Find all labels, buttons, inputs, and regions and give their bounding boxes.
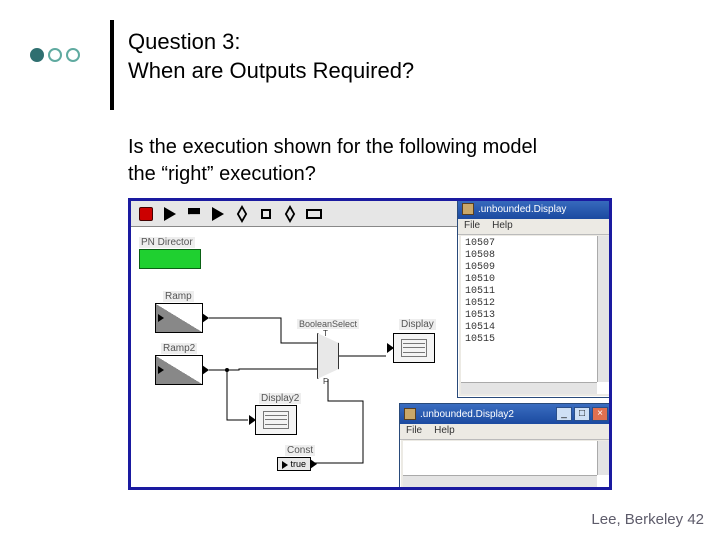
dot-icon bbox=[48, 48, 62, 62]
display2-actor[interactable] bbox=[255, 405, 297, 435]
mux-f-label: F bbox=[323, 377, 328, 386]
pn-director[interactable] bbox=[139, 249, 201, 269]
title-line2: When are Outputs Required? bbox=[128, 57, 414, 86]
step-outline-button[interactable] bbox=[233, 205, 251, 223]
window-buttons: _ □ × bbox=[556, 407, 608, 421]
output-row: 10515 bbox=[465, 334, 605, 346]
ramp2-actor[interactable] bbox=[155, 355, 203, 385]
app-icon bbox=[404, 408, 416, 420]
output-port-icon bbox=[202, 365, 209, 375]
app-icon bbox=[462, 203, 474, 215]
minimize-button[interactable]: _ bbox=[556, 407, 572, 421]
ramp-actor[interactable] bbox=[155, 303, 203, 333]
display-actor[interactable] bbox=[393, 333, 435, 363]
ramp-label: Ramp bbox=[163, 291, 194, 302]
stop-button[interactable] bbox=[137, 205, 155, 223]
flag-outline-icon bbox=[261, 209, 271, 219]
display2-window[interactable]: .unbounded.Display2 _ □ × File Help bbox=[399, 403, 612, 490]
output-row: 10513 bbox=[465, 310, 605, 322]
slide-footer: Lee, Berkeley 42 bbox=[591, 511, 704, 528]
horizontal-scrollbar[interactable] bbox=[461, 382, 597, 394]
input-port-icon bbox=[249, 415, 256, 425]
display-titlebar[interactable]: .unbounded.Display bbox=[458, 199, 612, 219]
booleanselect-actor[interactable] bbox=[317, 333, 339, 379]
mux-t-label: T bbox=[323, 329, 328, 338]
footer-text: Lee, Berkeley bbox=[591, 511, 687, 528]
menu-file[interactable]: File bbox=[464, 220, 480, 233]
body-line1: Is the execution shown for the following… bbox=[128, 134, 537, 161]
step-out-icon bbox=[285, 205, 295, 223]
display-icon bbox=[263, 411, 289, 429]
const-actor[interactable]: true bbox=[277, 457, 311, 471]
output-row: 10510 bbox=[465, 274, 605, 286]
output-row: 10509 bbox=[465, 262, 605, 274]
body-line2: the “right” execution? bbox=[128, 161, 537, 188]
display-content: 10507 10508 10509 10510 10511 10512 1051… bbox=[461, 236, 609, 394]
output-row: 10514 bbox=[465, 322, 605, 334]
step-button[interactable] bbox=[209, 205, 227, 223]
display2-label: Display2 bbox=[259, 393, 301, 404]
output-port-icon bbox=[202, 313, 209, 323]
footer-page: 42 bbox=[687, 511, 704, 528]
display2-window-title: .unbounded.Display2 bbox=[420, 409, 514, 420]
stop-icon bbox=[139, 207, 153, 221]
close-button[interactable]: × bbox=[592, 407, 608, 421]
port-icon bbox=[282, 461, 288, 469]
const-label: Const bbox=[285, 445, 315, 456]
slide-title: Question 3: When are Outputs Required? bbox=[128, 28, 414, 85]
port-icon bbox=[158, 366, 164, 374]
menu-help[interactable]: Help bbox=[492, 220, 513, 233]
vertical-scrollbar[interactable] bbox=[597, 236, 609, 382]
display2-titlebar[interactable]: .unbounded.Display2 _ □ × bbox=[400, 404, 612, 424]
play-button[interactable] bbox=[161, 205, 179, 223]
display-window-title: .unbounded.Display bbox=[478, 204, 566, 215]
flag-filled-icon bbox=[188, 208, 200, 220]
arrow-out-icon bbox=[306, 209, 322, 219]
step-icon bbox=[212, 207, 224, 221]
display-icon bbox=[401, 339, 427, 357]
output-row: 10512 bbox=[465, 298, 605, 310]
output-row: 10507 bbox=[465, 238, 605, 250]
ramp2-label: Ramp2 bbox=[161, 343, 197, 354]
input-port-icon bbox=[387, 343, 394, 353]
decorative-dots bbox=[30, 48, 80, 62]
menu-file[interactable]: File bbox=[406, 425, 422, 438]
export-button[interactable] bbox=[305, 205, 323, 223]
horizontal-scrollbar[interactable] bbox=[403, 475, 597, 487]
play-outline-icon bbox=[237, 205, 247, 223]
output-row: 10511 bbox=[465, 286, 605, 298]
const-value: true bbox=[291, 459, 307, 469]
vertical-scrollbar[interactable] bbox=[597, 441, 609, 475]
menu-help[interactable]: Help bbox=[434, 425, 455, 438]
model-canvas: PN Director Ramp Ramp2 BooleanSelect T F… bbox=[128, 198, 612, 490]
title-divider bbox=[110, 20, 114, 110]
dot-icon bbox=[30, 48, 44, 62]
booleanselect-label: BooleanSelect bbox=[297, 319, 359, 329]
flag-outline-button[interactable] bbox=[257, 205, 275, 223]
dot-icon bbox=[66, 48, 80, 62]
step-out-button[interactable] bbox=[281, 205, 299, 223]
display-label: Display bbox=[399, 319, 436, 330]
play-icon bbox=[164, 207, 176, 221]
maximize-button[interactable]: □ bbox=[574, 407, 590, 421]
title-line1: Question 3: bbox=[128, 28, 414, 57]
display2-menubar: File Help bbox=[400, 424, 612, 440]
slide-root: Question 3: When are Outputs Required? I… bbox=[0, 0, 720, 540]
display-menubar: File Help bbox=[458, 219, 612, 235]
output-port-icon bbox=[310, 459, 317, 469]
display-window[interactable]: .unbounded.Display File Help 10507 10508… bbox=[457, 198, 612, 398]
run-to-button[interactable] bbox=[185, 205, 203, 223]
output-row: 10508 bbox=[465, 250, 605, 262]
director-label: PN Director bbox=[139, 237, 195, 248]
slide-body: Is the execution shown for the following… bbox=[128, 134, 537, 188]
port-icon bbox=[158, 314, 164, 322]
